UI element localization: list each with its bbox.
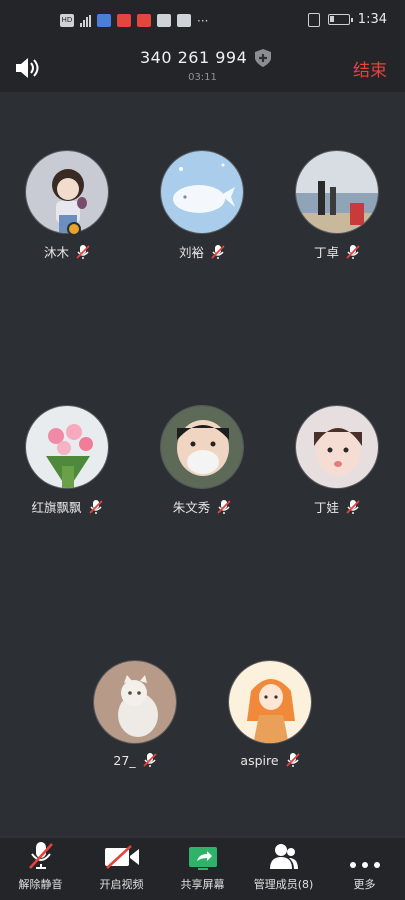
participant-tile[interactable]: aspire (210, 660, 330, 768)
mic-muted-icon (346, 499, 360, 514)
signal-icon (80, 14, 91, 27)
avatar (295, 405, 379, 489)
meeting-id-row[interactable]: 340 261 994 (140, 48, 272, 67)
meeting-timer: 03:11 (188, 72, 217, 83)
participant-name-row: 沐木 (7, 242, 127, 261)
manage-members-button[interactable]: 管理成员(8) (243, 838, 324, 900)
avatar (228, 660, 312, 744)
participant-name-row: 丁卓 (277, 242, 397, 261)
more-button[interactable]: 更多 (324, 838, 405, 900)
status-icons-right: 1:34 (307, 12, 387, 27)
participant-tile[interactable]: 丁卓 (277, 150, 397, 261)
more-label: 更多 (353, 878, 376, 891)
more-dots-icon: ··· (197, 13, 209, 28)
avatar (160, 150, 244, 234)
host-badge-icon (67, 222, 81, 236)
participant-name: 沐木 (43, 245, 69, 260)
end-meeting-button[interactable]: 结束 (353, 56, 387, 81)
shield-icon[interactable] (255, 48, 272, 67)
app-icon (177, 14, 191, 27)
participant-name: 丁娃 (313, 500, 339, 515)
share-screen-icon (188, 847, 217, 870)
participant-name-row: 刘裕 (142, 242, 262, 261)
app-icon (97, 14, 111, 27)
mic-muted-icon (88, 499, 103, 514)
participant-name: 27_ (113, 752, 136, 768)
participant-tile[interactable]: 朱文秀 (142, 405, 262, 516)
participant-name-row: 丁娃 (277, 497, 397, 516)
participant-name-row: 红旗飘飘 (7, 497, 127, 516)
share-screen-button[interactable]: 共享屏幕 (162, 838, 243, 900)
battery-icon (327, 14, 353, 25)
avatar (25, 405, 109, 489)
video-off-icon (104, 845, 139, 869)
mic-muted-icon (211, 244, 225, 259)
unmute-button[interactable]: 解除静音 (0, 838, 81, 900)
avatar (93, 660, 177, 744)
share-screen-label: 共享屏幕 (180, 878, 225, 891)
avatar (295, 150, 379, 234)
participant-tile[interactable]: 27_ (75, 660, 195, 768)
mic-muted-icon (76, 244, 90, 259)
participant-tile[interactable]: 红旗飘飘 (7, 405, 127, 516)
mic-muted-icon (142, 753, 157, 767)
participant-name-row: aspire (210, 752, 330, 768)
mic-red-icon (137, 14, 151, 27)
message-icon (157, 14, 171, 27)
participant-name: aspire (240, 752, 279, 768)
vibrate-icon (307, 12, 320, 27)
mic-muted-icon (285, 753, 300, 767)
meeting-toolbar: 解除静音 开启视频 共享屏幕 管理成员(8) 更多 (0, 838, 405, 900)
start-video-button[interactable]: 开启视频 (81, 838, 162, 900)
participant-name-row: 27_ (75, 752, 195, 768)
app-icon (117, 14, 131, 27)
mic-muted-icon (217, 499, 231, 514)
avatar (160, 405, 244, 489)
status-icons-left: HD ··· (60, 14, 208, 27)
manage-members-label: 管理成员(8) (253, 878, 314, 891)
participant-name: 丁卓 (313, 245, 339, 260)
start-video-label: 开启视频 (99, 878, 144, 891)
participant-tile[interactable]: 丁娃 (277, 405, 397, 516)
participant-tile[interactable]: 沐木 (7, 150, 127, 261)
participant-name: 刘裕 (178, 245, 204, 260)
participant-name: 朱文秀 (172, 500, 211, 515)
unmute-label: 解除静音 (18, 878, 63, 891)
participant-name: 红旗飘飘 (31, 500, 82, 515)
mic-muted-icon (346, 244, 360, 259)
status-bar: HD ··· 1:34 (0, 0, 405, 46)
participant-tile[interactable]: 刘裕 (142, 150, 262, 261)
more-dots-icon (349, 862, 380, 868)
meeting-id[interactable]: 340 261 994 (140, 48, 247, 67)
status-time: 1:34 (357, 12, 387, 27)
mic-muted-icon (28, 842, 53, 869)
members-icon (269, 844, 298, 869)
avatar (25, 150, 109, 234)
hd-icon: HD (60, 14, 74, 27)
meeting-header: 340 261 994 03:11 结束 (0, 46, 405, 92)
participant-name-row: 朱文秀 (142, 497, 262, 516)
